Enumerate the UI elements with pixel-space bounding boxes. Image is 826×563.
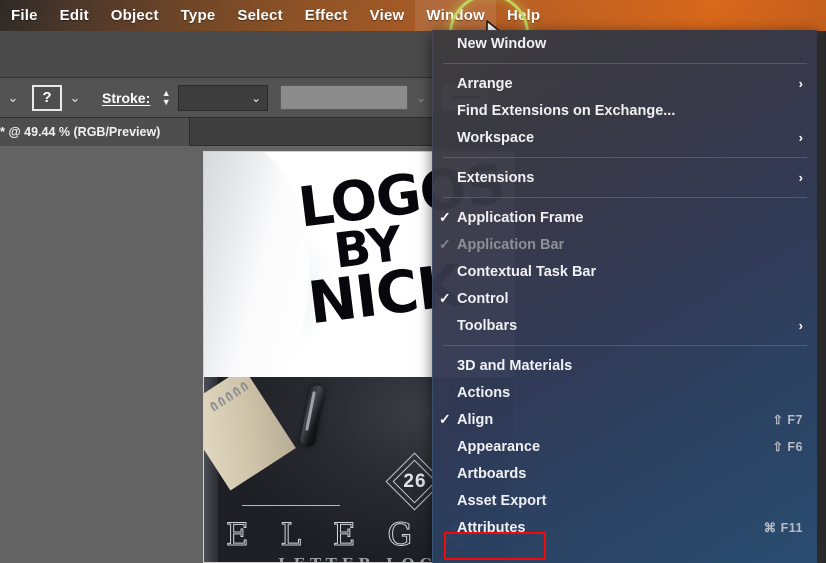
checkmark-icon: ✓ <box>439 209 451 225</box>
menu-item-label: Align <box>457 411 494 428</box>
menu-item-artboards[interactable]: Artboards <box>433 460 817 487</box>
menu-item-shortcut: ⌘ F11 <box>763 521 803 535</box>
menu-item-label: 3D and Materials <box>457 357 573 374</box>
stroke-weight-input[interactable]: ⌄ <box>178 84 269 111</box>
menu-separator <box>443 157 807 158</box>
menu-item-label: Appearance <box>457 438 541 455</box>
menu-item-label: Application Frame <box>457 209 584 226</box>
menu-bar-item-select[interactable]: Select <box>226 0 293 31</box>
right-panel-edge[interactable] <box>816 31 826 563</box>
letter-logo-subtitle: LETTER LOGO <box>278 555 455 562</box>
stroke-weight-stepper[interactable]: ▲ ▼ <box>158 85 174 111</box>
menu-bar-item-window[interactable]: Window <box>415 0 496 31</box>
menu-bar-item-object[interactable]: Object <box>100 0 170 31</box>
menu-separator <box>443 63 807 64</box>
menu-item-new-window[interactable]: New Window <box>433 30 817 57</box>
menu-item-asset-export[interactable]: Asset Export <box>433 487 817 514</box>
menu-item-align[interactable]: ✓ Align ⇧ F7 <box>433 406 817 433</box>
menu-item-label: Artboards <box>457 465 527 482</box>
menu-bar-item-file[interactable]: File <box>0 0 49 31</box>
menu-item-application-frame[interactable]: ✓ Application Frame <box>433 204 817 231</box>
menu-separator <box>443 345 807 346</box>
menu-bar-item-help[interactable]: Help <box>496 0 551 31</box>
stroke-label: Stroke: <box>102 89 151 106</box>
submenu-chevron-icon: › <box>798 130 803 145</box>
fill-dropdown-chevron-icon[interactable]: ⌄ <box>0 86 26 110</box>
swatch-dropdown-chevron-icon[interactable]: ⌄ <box>62 86 88 110</box>
menu-item-toolbars[interactable]: Toolbars › <box>433 312 817 339</box>
menu-item-workspace[interactable]: Workspace › <box>433 124 817 151</box>
menu-bar: File Edit Object Type Select Effect View Window… <box>0 0 826 31</box>
menu-item-label: Control <box>457 290 509 307</box>
checkmark-icon: ✓ <box>439 236 451 252</box>
divider-rule-left <box>242 505 340 506</box>
menu-item-find-extensions-on-exchange[interactable]: Find Extensions on Exchange... <box>433 97 817 124</box>
menu-bar-item-effect[interactable]: Effect <box>294 0 359 31</box>
menu-bar-item-edit[interactable]: Edit <box>49 0 100 31</box>
menu-item-label: Extensions <box>457 169 535 186</box>
menu-item-label: Attributes <box>457 519 526 536</box>
menu-item-appearance[interactable]: Appearance ⇧ F6 <box>433 433 817 460</box>
menu-item-label: Actions <box>457 384 511 401</box>
submenu-chevron-icon: › <box>798 170 803 185</box>
menu-item-label: Workspace <box>457 129 535 146</box>
menu-item-label: Find Extensions on Exchange... <box>457 102 676 119</box>
menu-item-attributes[interactable]: Attributes ⌘ F11 <box>433 514 817 541</box>
menu-bar-item-type[interactable]: Type <box>170 0 227 31</box>
menu-item-extensions[interactable]: Extensions › <box>433 164 817 191</box>
paper-crease <box>204 152 309 377</box>
menu-item-3d-and-materials[interactable]: 3D and Materials <box>433 352 817 379</box>
submenu-chevron-icon: › <box>798 76 803 91</box>
menu-bar-item-view[interactable]: View <box>359 0 416 31</box>
menu-item-actions[interactable]: Actions <box>433 379 817 406</box>
menu-item-label: New Window <box>457 35 547 52</box>
checkmark-icon: ✓ <box>439 290 451 306</box>
menu-item-label: Asset Export <box>457 492 547 509</box>
menu-item-shortcut: ⇧ F6 <box>772 440 803 454</box>
window-dropdown-menu[interactable]: New Window Arrange › Find Extensions on Exc… <box>432 30 817 563</box>
submenu-chevron-icon: › <box>798 318 803 333</box>
menu-item-control[interactable]: ✓ Control <box>433 285 817 312</box>
stepper-down-icon[interactable]: ▼ <box>162 97 171 107</box>
menu-item-label: Contextual Task Bar <box>457 263 597 280</box>
menu-item-label: Arrange <box>457 75 513 92</box>
menu-separator <box>443 197 807 198</box>
menu-item-label: Application Bar <box>457 236 565 253</box>
menu-item-label: Toolbars <box>457 317 518 334</box>
menu-item-arrange[interactable]: Arrange › <box>433 70 817 97</box>
application-window: File Edit Object Type Select Effect View Window… <box>0 0 826 563</box>
menu-item-shortcut: ⇧ F7 <box>772 413 803 427</box>
menu-item-contextual-task-bar[interactable]: Contextual Task Bar <box>433 258 817 285</box>
fill-swatch-button[interactable]: ? <box>32 84 62 111</box>
document-tab[interactable]: f* @ 49.44 % (RGB/Preview) <box>0 118 190 146</box>
checkmark-icon: ✓ <box>439 411 451 427</box>
variable-width-profile-field[interactable] <box>280 85 409 110</box>
width-profile-chevron-icon[interactable]: ⌄ <box>408 86 434 110</box>
stroke-weight-chevron-icon[interactable]: ⌄ <box>251 91 261 105</box>
menu-item-application-bar: ✓ Application Bar <box>433 231 817 258</box>
document-tab-title: f* @ 49.44 % (RGB/Preview) <box>0 125 161 139</box>
